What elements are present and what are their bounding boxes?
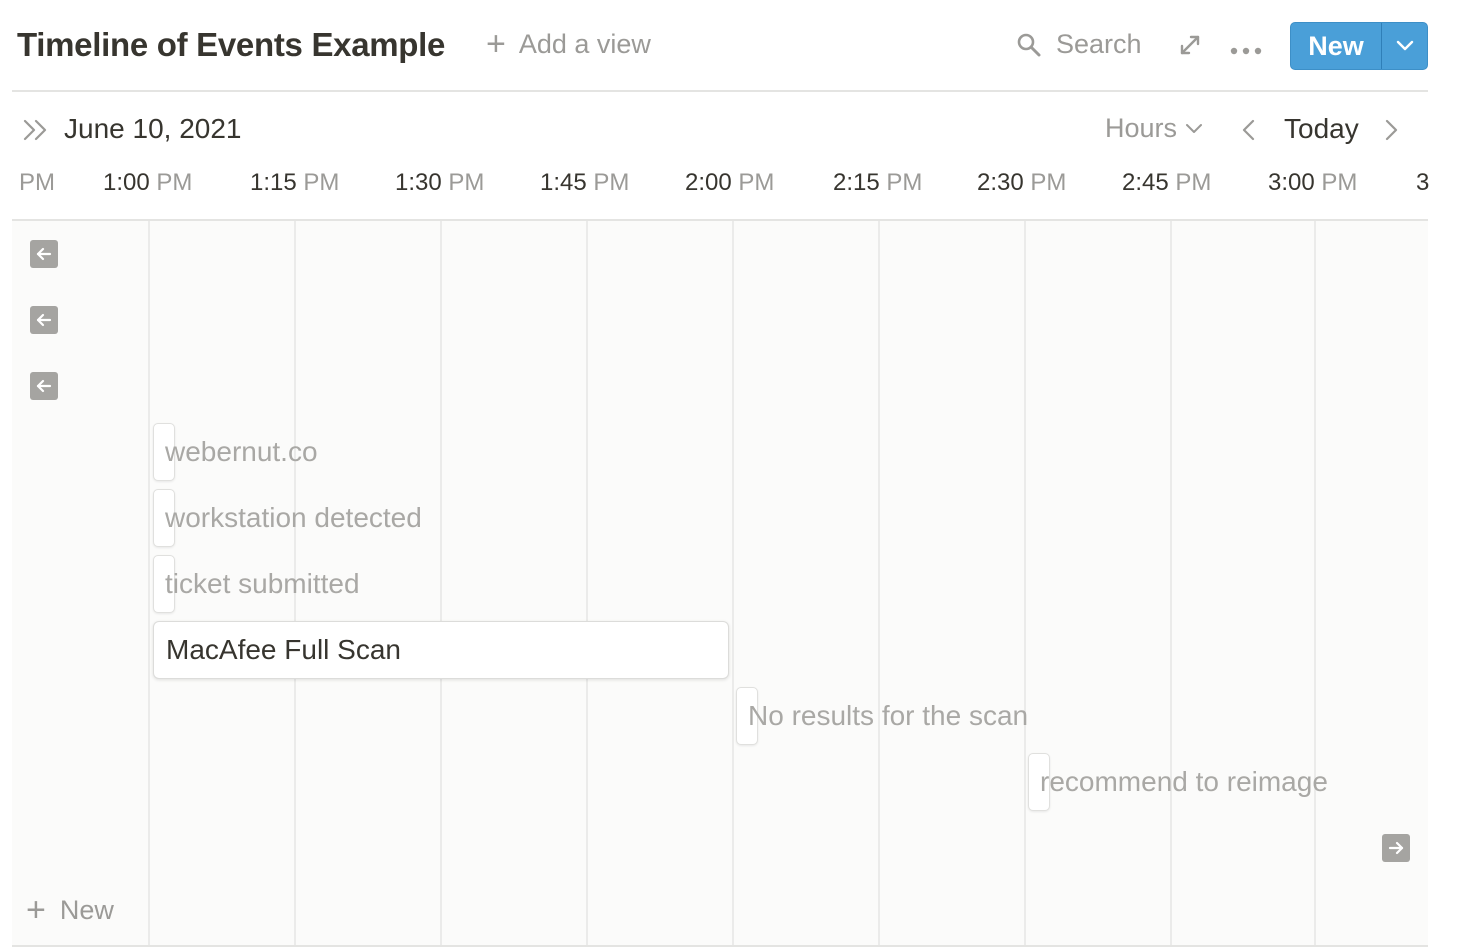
grid-line — [1314, 221, 1316, 946]
time-label: 2:45 PM — [1122, 169, 1212, 196]
today-button[interactable]: Today — [1284, 113, 1359, 145]
new-button-group: New — [1290, 22, 1428, 70]
open-fullpage-button[interactable] — [1178, 33, 1202, 62]
search-button[interactable]: Search — [1016, 29, 1142, 60]
time-label: 2:30 PM — [977, 169, 1067, 196]
time-label: 3:00 PM — [1268, 169, 1358, 196]
time-label: 2:00 PM — [685, 169, 775, 196]
plus-icon: + — [486, 25, 506, 63]
toggle-table-button[interactable] — [22, 118, 50, 147]
new-button[interactable]: New — [1291, 23, 1382, 69]
scroll-to-item-right-button[interactable] — [1382, 834, 1410, 862]
double-chevron-right-icon — [23, 119, 47, 141]
new-dropdown-button[interactable] — [1382, 23, 1427, 69]
arrow-left-icon — [36, 247, 52, 261]
chevron-down-icon — [1186, 123, 1203, 133]
search-label: Search — [1056, 29, 1142, 59]
grid-line — [148, 221, 150, 946]
grid-line — [586, 221, 588, 946]
event-label[interactable]: No results for the scan — [748, 700, 1028, 732]
current-date: June 10, 2021 — [64, 113, 242, 144]
grid-line — [1170, 221, 1172, 946]
event-label[interactable]: recommend to reimage — [1040, 766, 1328, 798]
scroll-to-item-left-button[interactable] — [30, 372, 58, 400]
grid-bottom-divider — [12, 945, 1428, 947]
grid-line — [1024, 221, 1026, 946]
event-title: MacAfee Full Scan — [166, 634, 401, 665]
next-button[interactable] — [1383, 118, 1399, 147]
more-options-button[interactable] — [1230, 42, 1262, 60]
ellipsis-icon — [1230, 47, 1262, 55]
event-card[interactable]: MacAfee Full Scan — [153, 621, 729, 679]
chevron-down-icon — [1396, 40, 1413, 51]
previous-button[interactable] — [1241, 118, 1257, 147]
top-bar: Timeline of Events Example + Add a view … — [0, 0, 1466, 92]
grid-line — [440, 221, 442, 946]
search-icon — [1017, 33, 1041, 56]
grid-line — [878, 221, 880, 946]
event-label[interactable]: webernut.co — [165, 436, 318, 468]
zoom-select[interactable]: Hours — [1105, 113, 1203, 144]
time-label: 2:15 PM — [833, 169, 923, 196]
arrow-right-icon — [1388, 841, 1404, 855]
arrow-left-icon — [36, 313, 52, 327]
time-label: 1:45 PM — [540, 169, 630, 196]
time-label: PM — [19, 169, 55, 196]
arrow-left-icon — [36, 379, 52, 393]
add-new-item-button[interactable]: + New — [26, 891, 114, 929]
add-new-label: New — [59, 895, 114, 925]
event-label[interactable]: ticket submitted — [165, 568, 360, 600]
time-label: 1:30 PM — [395, 169, 485, 196]
time-label: 3 — [1416, 169, 1430, 196]
header-divider — [12, 90, 1428, 92]
page-title: Timeline of Events Example — [17, 26, 446, 63]
event-label[interactable]: workstation detected — [165, 502, 422, 534]
add-view-label: Add a view — [518, 29, 651, 59]
expand-icon — [1180, 35, 1200, 55]
grid-line — [732, 221, 734, 946]
add-view-button[interactable]: + Add a view — [486, 25, 651, 63]
zoom-label: Hours — [1105, 113, 1178, 143]
chevron-left-icon — [1242, 119, 1255, 141]
time-label: 1:15 PM — [250, 169, 340, 196]
plus-icon: + — [26, 891, 46, 929]
scroll-to-item-left-button[interactable] — [30, 240, 58, 268]
scroll-to-item-left-button[interactable] — [30, 306, 58, 334]
chevron-right-icon — [1385, 119, 1398, 141]
time-label: 1:00 PM — [103, 169, 193, 196]
